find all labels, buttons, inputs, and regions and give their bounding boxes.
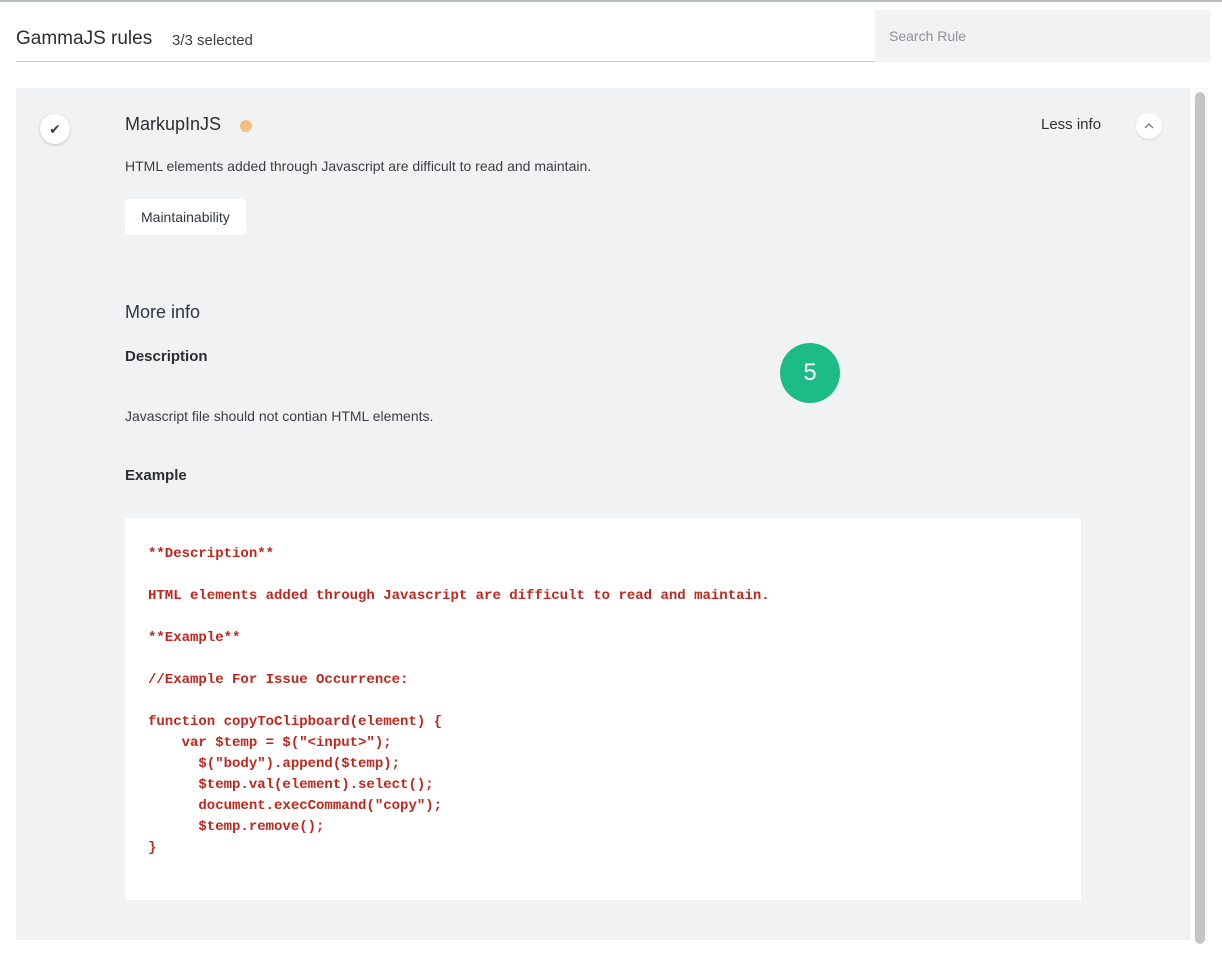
- selected-count: 3/3 selected: [172, 32, 253, 49]
- search-input[interactable]: [875, 10, 1210, 62]
- description-text: Javascript file should not contian HTML …: [125, 408, 434, 424]
- rule-name: MarkupInJS: [125, 114, 222, 134]
- scrollbar[interactable]: [1194, 88, 1208, 944]
- scrollbar-thumb[interactable]: [1195, 92, 1205, 944]
- rule-summary: HTML elements added through Javascript a…: [125, 158, 592, 174]
- less-info-link[interactable]: Less info: [1041, 116, 1101, 133]
- category-tag: Maintainability: [125, 199, 246, 235]
- rule-card: ✔ MarkupInJS Less info HTML elements add…: [16, 88, 1190, 940]
- page-title: GammaJS rules: [16, 28, 153, 49]
- rule-checkbox[interactable]: ✔: [40, 114, 70, 144]
- code-example: **Description** HTML elements added thro…: [148, 546, 770, 856]
- example-heading: Example: [125, 467, 187, 484]
- more-info-title: More info: [125, 302, 201, 322]
- top-border: [0, 0, 1222, 2]
- severity-dot: [240, 120, 252, 132]
- chevron-up-icon: [1144, 123, 1154, 129]
- collapse-button[interactable]: [1136, 113, 1162, 139]
- rules-header: GammaJS rules 3/3 selected: [16, 10, 1210, 62]
- code-example-box: **Description** HTML elements added thro…: [125, 518, 1081, 900]
- step-badge: 5: [780, 343, 840, 403]
- check-icon: ✔: [49, 120, 61, 137]
- description-heading: Description: [125, 348, 208, 365]
